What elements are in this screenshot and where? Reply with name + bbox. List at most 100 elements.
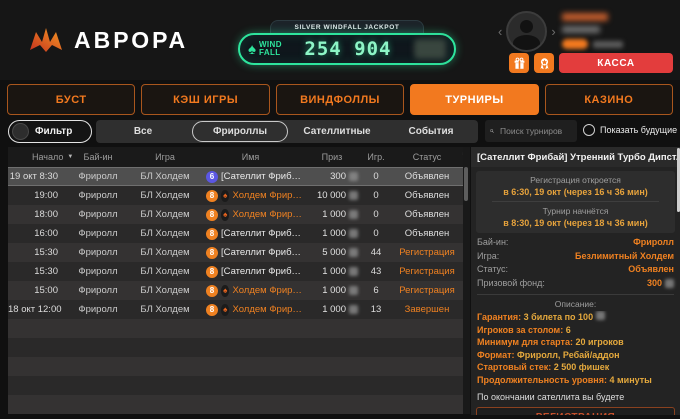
register-button[interactable]: РЕГИСТРАЦИЯ <box>476 407 675 415</box>
table-row[interactable]: 16:00 Фриролл БЛ Холдем 8 [Сателлит Фрибай] … <box>8 224 463 243</box>
column-header-3[interactable]: Имя <box>198 152 303 162</box>
prize-value: 1 000 <box>322 228 346 239</box>
category-tab-1[interactable]: Фрироллы <box>192 121 288 142</box>
jackpot-widget[interactable]: SILVER WINDFALL JACKPOT ♠ WIND FALL 254 9… <box>238 20 456 65</box>
search-box[interactable] <box>485 120 577 142</box>
cell-players: 0 <box>373 190 379 201</box>
table-row[interactable]: 18:00 Фриролл БЛ Холдем 8♠Холдем Фриролл 1 … <box>8 205 463 224</box>
description-title: Описание: <box>554 299 597 309</box>
tournament-badge: 8 <box>206 303 218 316</box>
detail-value-text: Безлимитный Холдем <box>575 250 674 261</box>
avatar-selector: ‹ › <box>498 11 556 52</box>
detail-value-text: 300 <box>646 277 662 288</box>
table-row[interactable]: 19 окт 8:30 Фриролл БЛ Холдем 6 [Сателлит Фр… <box>8 167 463 186</box>
cell-players: 43 <box>370 266 382 277</box>
table-row[interactable]: 15:00 Фриролл БЛ Холдем 8♠Холдем Фриролл 1 … <box>8 281 463 300</box>
cell-game: БЛ Холдем <box>140 171 190 182</box>
cell-buyin: Фриролл <box>78 285 118 296</box>
nav-tab-1[interactable]: КЭШ ИГРЫ <box>141 84 270 115</box>
cell-start: 15:00 <box>34 285 58 296</box>
detail-label: Бай-ин: <box>477 237 509 247</box>
start-value: в 8:30, 19 окт (через 18 ч 36 мин) <box>503 218 648 228</box>
cell-prize: 1 000 <box>303 285 361 296</box>
currency-blurred-icon <box>665 278 674 288</box>
tournament-name: [Сателлит Фрибай] Хол... <box>221 266 303 277</box>
prize-value: 1 000 <box>322 285 346 296</box>
table-row[interactable]: 19:00 Фриролл БЛ Холдем 8♠Холдем Фриролл 10… <box>8 186 463 205</box>
jackpot-pill: ♠ WIND FALL 254 904 <box>238 33 456 65</box>
currency-blurred-icon <box>349 286 358 295</box>
cell-prize: 5 000 <box>303 247 361 258</box>
category-tab-0[interactable]: Все <box>96 120 190 143</box>
windfall-spade-icon: ♠ <box>248 40 256 58</box>
show-future-toggle[interactable]: Показать будущие <box>583 124 677 136</box>
table-row[interactable]: 15:30 Фриролл БЛ Холдем 8 [Сателлит Фрибай] … <box>8 262 463 281</box>
aurora-logo-icon <box>30 28 62 52</box>
column-header-6[interactable]: Статус <box>391 152 463 162</box>
category-tab-2[interactable]: Сателлитные <box>290 120 384 143</box>
detail-value-text: Объявлен <box>628 264 674 274</box>
table-row[interactable]: 15:30 Фриролл БЛ Холдем 8 [Сателлит Фрибай] … <box>8 243 463 262</box>
cell-name: 8♠Холдем Фриролл 1 0... <box>198 208 303 221</box>
cashier-button[interactable]: КАССА <box>559 53 673 73</box>
search-input[interactable] <box>498 125 572 137</box>
table-row-empty <box>8 357 463 376</box>
tournament-badge: 8 <box>206 227 218 240</box>
cell-name: 8♠Холдем Фриролл 1 0... <box>198 284 303 297</box>
show-future-radio[interactable] <box>583 124 595 136</box>
nav-tab-2[interactable]: ВИНДФОЛЛЫ <box>275 84 405 115</box>
cell-players: 6 <box>373 285 379 296</box>
column-header-2[interactable]: Игра <box>132 152 198 162</box>
description-value: 20 игроков <box>575 337 624 347</box>
table-header: Начало ▼ Бай-ин Игра Имя Приз Игр. Статус <box>8 147 463 167</box>
currency-blurred-icon <box>349 191 358 200</box>
cell-prize: 1 000 <box>303 304 361 315</box>
cell-game: БЛ Холдем <box>140 266 190 277</box>
tournament-badge: 8 <box>206 265 218 278</box>
avatar-silhouette-body <box>513 35 541 50</box>
nav-tab-3[interactable]: ТУРНИРЫ <box>410 84 539 115</box>
cell-start: 16:00 <box>34 228 58 239</box>
awards-button[interactable] <box>534 53 554 73</box>
table-row[interactable]: 18 окт 12:00 Фриролл БЛ Холдем 8 ♠ Холдем Фри… <box>8 300 463 319</box>
filter-toggle-knob[interactable] <box>12 123 29 140</box>
gift-button[interactable] <box>509 53 529 73</box>
table-scrollbar-thumb[interactable] <box>464 167 468 201</box>
cell-prize: 1 000 <box>303 209 361 220</box>
column-header-label: Приз <box>321 152 343 162</box>
column-header-1[interactable]: Бай-ин <box>64 152 132 162</box>
divider <box>492 201 659 202</box>
category-tab-3[interactable]: События <box>384 120 478 143</box>
cell-game: БЛ Холдем <box>140 285 190 296</box>
chevron-left-icon[interactable]: ‹ <box>498 25 502 38</box>
description-label: Формат: <box>477 349 518 360</box>
cell-players: 44 <box>370 247 382 258</box>
avatar[interactable] <box>506 11 548 52</box>
suit-icon: ♠ <box>221 208 230 221</box>
nav-tab-4[interactable]: КАЗИНО <box>544 84 674 115</box>
tournament-name: Холдем Фриролл 10 ... <box>232 190 303 201</box>
column-header-4[interactable]: Приз <box>303 152 361 162</box>
column-header-5[interactable]: Игр. <box>361 152 391 162</box>
table-row-empty <box>8 319 463 338</box>
nav-tab-0[interactable]: БУСТ <box>7 84 136 115</box>
cell-buyin: Фриролл <box>78 247 118 258</box>
table-scrollbar[interactable] <box>463 147 470 414</box>
chevron-right-icon[interactable]: › <box>551 25 555 38</box>
detail-label: Статус: <box>477 264 508 274</box>
prize-value: 1 000 <box>322 266 346 277</box>
description-line: Гарантия: 3 билета по 100 <box>477 311 674 324</box>
column-header-0[interactable]: Начало ▼ <box>8 152 73 162</box>
prize-value: 300 <box>330 171 346 182</box>
cell-buyin: Фриролл <box>78 190 118 201</box>
tournament-title: [Сателлит Фрибай] Утренний Турбо Дипст..… <box>471 147 680 167</box>
cell-prize: 300 <box>303 171 361 182</box>
cell-buyin: Фриролл <box>78 228 118 239</box>
detail-label: Призовой фонд: <box>477 277 545 288</box>
user-balance-blurred <box>593 40 623 48</box>
prize-value: 1 000 <box>322 209 346 220</box>
cell-start: 18:00 <box>34 209 58 220</box>
filter-toggle[interactable]: Фильтр <box>8 120 92 143</box>
tournament-badge: 8 <box>206 208 218 221</box>
column-header-label: Статус <box>412 152 442 162</box>
